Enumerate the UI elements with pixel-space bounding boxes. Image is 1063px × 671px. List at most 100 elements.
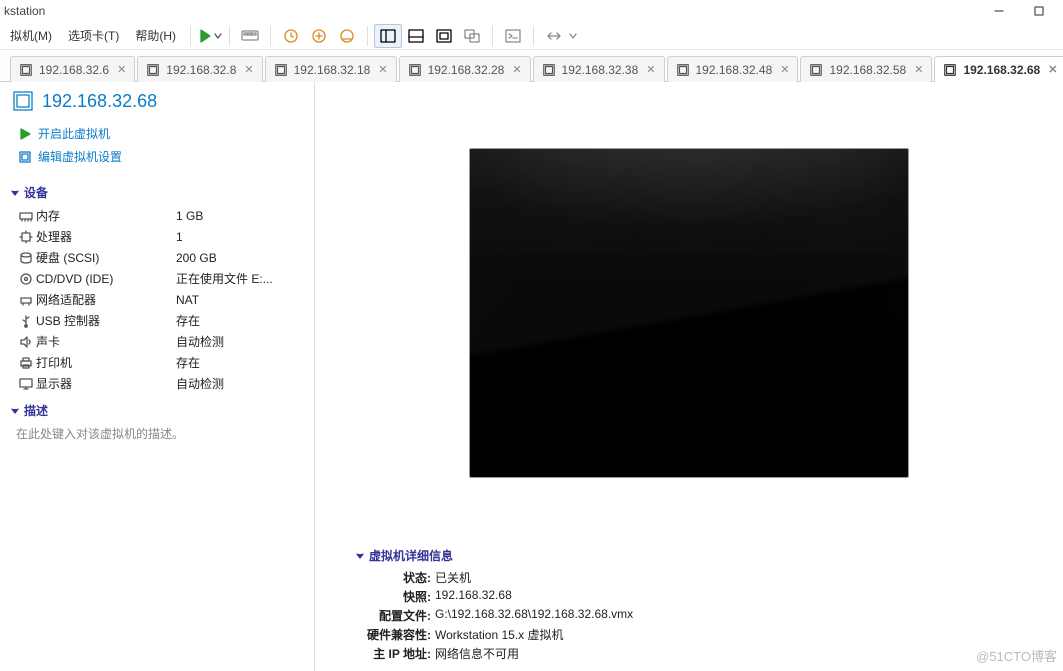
vm-actions: 开启此虚拟机 编辑虚拟机设置: [10, 118, 304, 176]
vm-icon: [408, 63, 422, 77]
vm-icon: [146, 63, 160, 77]
close-icon[interactable]: ✕: [117, 63, 126, 76]
detail-hardware: 硬件兼容性:Workstation 15.x 虚拟机: [355, 625, 1053, 644]
description-header[interactable]: 描述: [10, 402, 304, 419]
tab-vm-5[interactable]: 192.168.32.48 ✕: [667, 56, 799, 82]
menu-vm[interactable]: 拟机(M): [2, 22, 60, 50]
power-on-button[interactable]: [197, 28, 223, 44]
vm-icon: [274, 63, 288, 77]
view-single-button[interactable]: [374, 24, 402, 48]
details-header[interactable]: 虚拟机详细信息: [355, 547, 1053, 564]
separator: [229, 26, 230, 46]
app-title: kstation: [4, 4, 45, 18]
separator: [492, 26, 493, 46]
edit-settings-link[interactable]: 编辑虚拟机设置: [18, 145, 304, 168]
title-bar: kstation: [0, 0, 1063, 22]
section-label: 设备: [24, 184, 48, 201]
device-list: 内存1 GB 处理器1 硬盘 (SCSI)200 GB CD/DVD (IDE)…: [10, 205, 304, 394]
device-network[interactable]: 网络适配器NAT: [10, 289, 304, 310]
console-button[interactable]: [499, 24, 527, 48]
sound-icon: [16, 335, 36, 349]
snapshot-manager-button[interactable]: [333, 24, 361, 48]
tab-label: 192.168.32.18: [294, 63, 371, 77]
vm-summary-panel: 192.168.32.68 开启此虚拟机 编辑虚拟机设置 设备 内存1 GB 处…: [0, 82, 315, 671]
stretch-button[interactable]: [540, 24, 568, 48]
memory-icon: [16, 209, 36, 223]
tab-vm-4[interactable]: 192.168.32.38✕: [533, 56, 665, 82]
detail-config: 配置文件:G:\192.168.32.68\192.168.32.68.vmx: [355, 606, 1053, 625]
collapse-icon: [10, 406, 20, 416]
view-thumbnails-button[interactable]: [402, 24, 430, 48]
vm-screen-area: [315, 82, 1063, 543]
edit-icon: [18, 150, 32, 164]
close-icon[interactable]: ✕: [378, 63, 387, 76]
description-placeholder[interactable]: 在此处键入对该虚拟机的描述。: [10, 423, 304, 444]
tab-label: 192.168.32.28: [428, 63, 505, 77]
separator: [190, 26, 191, 46]
device-printer[interactable]: 打印机存在: [10, 352, 304, 373]
maximize-button[interactable]: [1019, 0, 1059, 22]
detail-state: 状态:已关机: [355, 568, 1053, 587]
device-memory[interactable]: 内存1 GB: [10, 205, 304, 226]
menu-tabs[interactable]: 选项卡(T): [60, 22, 127, 50]
menu-bar: 拟机(M) 选项卡(T) 帮助(H): [0, 22, 1063, 50]
disk-icon: [16, 251, 36, 265]
device-cpu[interactable]: 处理器1: [10, 226, 304, 247]
section-label: 虚拟机详细信息: [369, 547, 453, 564]
tab-label: 192.168.32.48: [696, 63, 773, 77]
send-ctrl-alt-del-button[interactable]: [236, 24, 264, 48]
tab-vm-0[interactable]: 192.168.32.6✕: [10, 56, 135, 82]
tab-vm-3[interactable]: 192.168.32.28 ✕: [399, 56, 531, 82]
section-label: 描述: [24, 402, 48, 419]
network-icon: [16, 293, 36, 307]
detail-snapshot: 快照:192.168.32.68: [355, 587, 1053, 606]
vm-icon: [809, 63, 823, 77]
close-icon[interactable]: ✕: [914, 63, 923, 76]
vm-icon: [676, 63, 690, 77]
tab-vm-2[interactable]: 192.168.32.18 ✕: [265, 56, 397, 82]
device-usb[interactable]: USB 控制器存在: [10, 310, 304, 331]
vm-screen[interactable]: [469, 148, 909, 478]
cpu-icon: [16, 230, 36, 244]
snapshot-revert-button[interactable]: [305, 24, 333, 48]
devices-header[interactable]: 设备: [10, 184, 304, 201]
chevron-down-icon[interactable]: [568, 29, 578, 43]
device-display[interactable]: 显示器自动检测: [10, 373, 304, 394]
vm-icon: [12, 90, 34, 112]
tab-vm-1[interactable]: 192.168.32.8 ✕: [137, 56, 262, 82]
tab-label: 192.168.32.8: [166, 63, 236, 77]
separator: [367, 26, 368, 46]
play-icon: [18, 127, 32, 141]
separator: [270, 26, 271, 46]
collapse-icon: [355, 551, 365, 561]
menu-help[interactable]: 帮助(H): [127, 22, 184, 50]
detail-ip: 主 IP 地址:网络信息不可用: [355, 644, 1053, 663]
device-sound[interactable]: 声卡自动检测: [10, 331, 304, 352]
vm-details: 虚拟机详细信息 状态:已关机 快照:192.168.32.68 配置文件:G:\…: [315, 543, 1063, 671]
vm-icon: [19, 63, 33, 77]
tab-label: 192.168.32.68: [963, 63, 1040, 77]
action-label: 编辑虚拟机设置: [38, 148, 122, 165]
display-icon: [16, 377, 36, 391]
close-icon[interactable]: ✕: [512, 63, 521, 76]
close-icon[interactable]: ✕: [646, 63, 655, 76]
vm-title-row: 192.168.32.68: [10, 88, 304, 118]
usb-icon: [16, 314, 36, 328]
vm-tab-bar: 192.168.32.6✕ 192.168.32.8 ✕ 192.168.32.1…: [0, 50, 1063, 82]
view-unity-button[interactable]: [458, 24, 486, 48]
device-cddvd[interactable]: CD/DVD (IDE)正在使用文件 E:...: [10, 268, 304, 289]
printer-icon: [16, 356, 36, 370]
close-icon[interactable]: ✕: [244, 63, 253, 76]
tab-vm-6[interactable]: 192.168.32.58✕: [800, 56, 932, 82]
close-icon[interactable]: ✕: [1048, 63, 1057, 76]
power-on-link[interactable]: 开启此虚拟机: [18, 122, 304, 145]
separator: [533, 26, 534, 46]
close-icon[interactable]: ✕: [780, 63, 789, 76]
content-area: 192.168.32.68 开启此虚拟机 编辑虚拟机设置 设备 内存1 GB 处…: [0, 82, 1063, 671]
tab-vm-7[interactable]: 192.168.32.68 ✕: [934, 56, 1063, 82]
minimize-button[interactable]: [979, 0, 1019, 22]
device-disk[interactable]: 硬盘 (SCSI)200 GB: [10, 247, 304, 268]
snapshot-take-button[interactable]: [277, 24, 305, 48]
action-label: 开启此虚拟机: [38, 125, 110, 142]
view-fullscreen-button[interactable]: [430, 24, 458, 48]
